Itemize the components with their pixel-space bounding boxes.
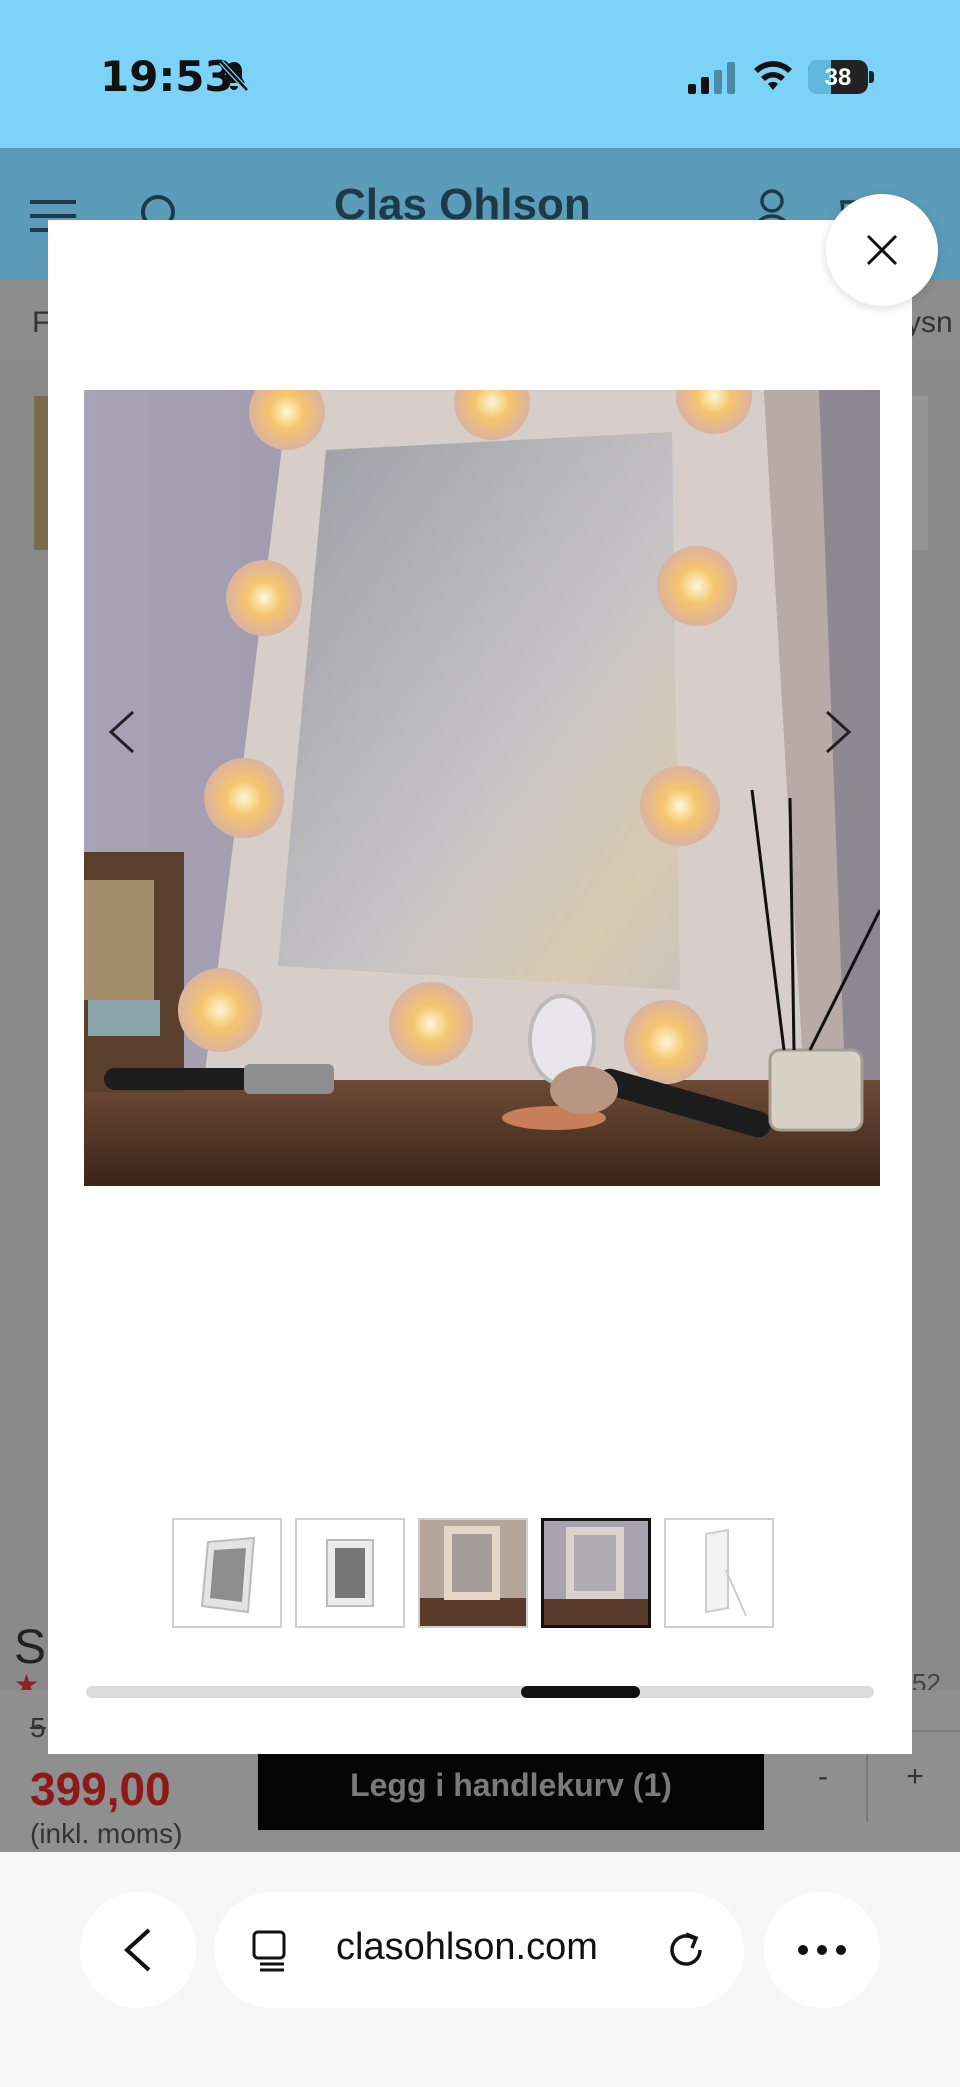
url-text[interactable]: clasohlson.com [336, 1926, 598, 1969]
thumbnail[interactable] [418, 1518, 528, 1628]
price: 399,00 [30, 1763, 171, 1815]
more-button[interactable] [764, 1892, 880, 2008]
status-bar: 19:53 38 [0, 0, 960, 148]
thumbnail[interactable] [172, 1518, 282, 1628]
status-time: 19:53 [100, 52, 234, 101]
bell-slash-icon [219, 60, 249, 92]
nav-item[interactable]: ysn [906, 306, 953, 340]
chevron-right-icon [825, 710, 852, 754]
tabs-icon[interactable] [250, 1928, 294, 1972]
chevron-left-icon [124, 1928, 151, 1972]
address-bar[interactable]: clasohlson.com [214, 1892, 744, 2008]
thumbnail[interactable] [664, 1518, 774, 1628]
close-button[interactable] [826, 194, 938, 306]
battery-percent: 38 [824, 64, 852, 91]
thumbnail[interactable] [295, 1518, 405, 1628]
close-icon [866, 234, 898, 266]
vat-note: (inkl. moms) [30, 1818, 183, 1849]
cellular-signal-icon [688, 62, 735, 94]
battery-icon: 38 [808, 60, 874, 94]
product-image [84, 390, 880, 1186]
previous-image-button[interactable] [96, 702, 148, 762]
scrollbar-thumb[interactable] [521, 1686, 640, 1698]
chevron-left-icon [108, 710, 135, 754]
old-price: 5 [30, 1712, 46, 1743]
thumbnail-active[interactable] [541, 1518, 651, 1628]
back-button[interactable] [80, 1892, 196, 2008]
wifi-icon [754, 61, 792, 90]
reload-icon[interactable] [664, 1928, 708, 1972]
more-icon [798, 1945, 846, 1955]
next-image-button[interactable] [812, 702, 864, 762]
thumbnail-strip [172, 1518, 776, 1628]
gallery-scrollbar[interactable] [86, 1686, 874, 1698]
